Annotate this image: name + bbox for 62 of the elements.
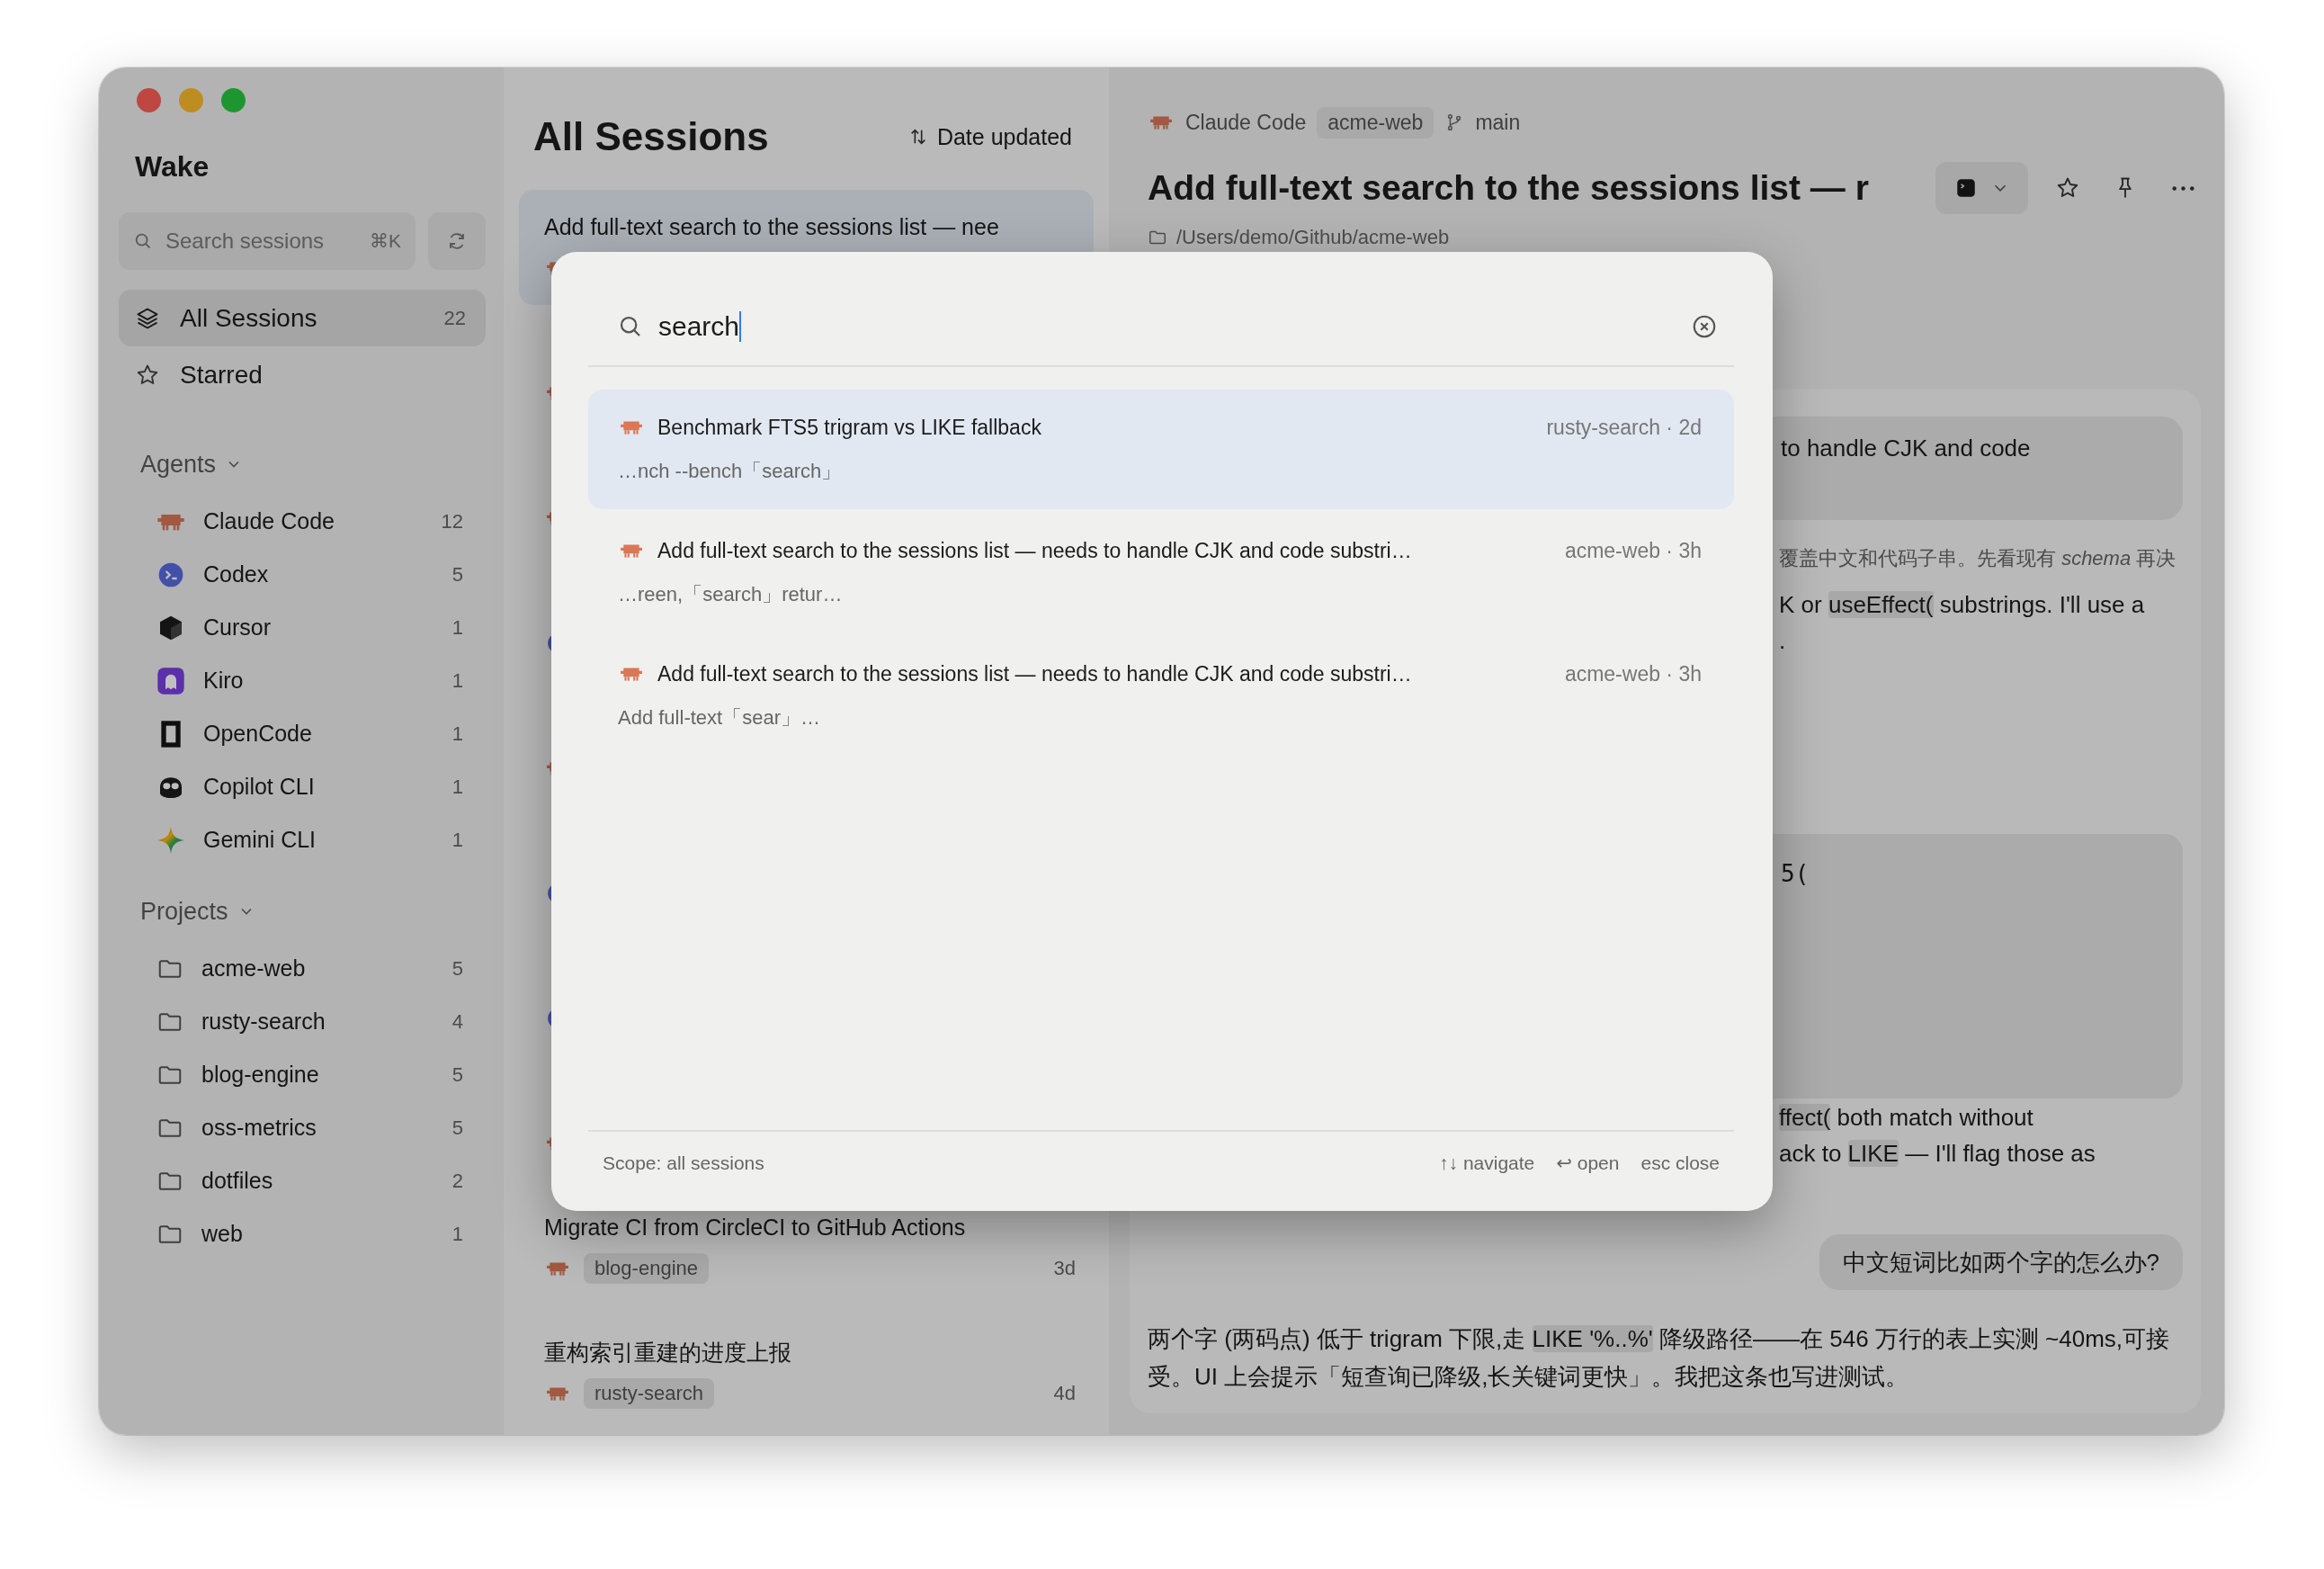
nav-item[interactable]: All Sessions 22 <box>119 290 486 346</box>
agent-item[interactable]: Gemini CLI 1 <box>119 813 486 866</box>
result-meta: acme-web · 3h <box>1564 538 1702 563</box>
agent-item[interactable]: OpenCode 1 <box>119 707 486 760</box>
agent-item[interactable]: Codex 5 <box>119 548 486 601</box>
project-item[interactable]: web 1 <box>119 1207 486 1260</box>
result-meta: rusty-search · 2d <box>1546 415 1702 440</box>
search-result[interactable]: Add full-text search to the sessions list — needs to handle CJK and code substri… acme-web · 3h …reen,「search」retur… <box>588 513 1734 632</box>
session-time: 4d <box>1053 1382 1076 1405</box>
scope-label: Scope: all sessions <box>603 1152 764 1174</box>
keyboard-hint: ↑↓ navigate <box>1439 1152 1535 1174</box>
result-title: Benchmark FTS5 trigram vs LIKE fallback <box>657 415 1042 440</box>
session-title: 重构索引重建的进度上报 <box>544 1340 791 1365</box>
session-title: Add full-text search to the sessions list — nee <box>544 214 999 239</box>
result-snippet: …reen,「search」retur… <box>618 582 844 607</box>
result-title: Add full-text search to the sessions list — needs to handle CJK and code substri… <box>657 538 1413 563</box>
result-meta: acme-web · 3h <box>1564 661 1702 686</box>
session-title: Migrate CI from CircleCI to GitHub Actions <box>544 1215 966 1240</box>
result-snippet: …nch --bench「search」 <box>618 459 843 484</box>
project-item[interactable]: acme-web 5 <box>119 942 486 995</box>
app-name: Wake <box>134 149 210 184</box>
message-text: . <box>1779 626 1787 656</box>
list-title: All Sessions <box>533 114 769 159</box>
project-tag: acme-web <box>1317 106 1435 139</box>
section-header[interactable]: Agents <box>119 448 486 480</box>
branch-label: main <box>1475 110 1521 135</box>
code-text: 5( <box>1781 859 1810 889</box>
message-text: K or useEffect( substrings. I'll use a <box>1779 590 2146 620</box>
message-text: ffect( both match without <box>1779 1103 2034 1133</box>
message-text: ack to LIKE — I'll flag those as <box>1779 1139 2096 1169</box>
project-tag: rusty-search <box>584 1378 715 1409</box>
agent-item[interactable]: Kiro 1 <box>119 654 486 707</box>
project-path: /Users/demo/Github/acme-web <box>1176 226 1450 249</box>
project-item[interactable]: rusty-search 4 <box>119 995 486 1048</box>
project-item[interactable]: blog-engine 5 <box>119 1048 486 1101</box>
keyboard-hint: ↩ open <box>1556 1152 1620 1174</box>
project-tag: blog-engine <box>584 1253 709 1284</box>
nav-item[interactable]: Starred <box>119 346 486 403</box>
project-item[interactable]: dotfiles 2 <box>119 1154 486 1207</box>
project-item[interactable]: oss-metrics 5 <box>119 1101 486 1154</box>
session-heading: Add full-text search to the sessions list — r <box>1148 168 1870 208</box>
section-header[interactable]: Projects <box>119 895 486 928</box>
message-text: 两个字 (两码点) 低于 trigram 下限,走 LIKE '%..%' 降级路径——在 546 万行的表上实测 ~40ms,可接受。UI 上会提示「短查询已降级,长关键词更快」。我把这条也写进测试。 <box>1148 1324 2171 1392</box>
search-result[interactable]: Add full-text search to the sessions list — needs to handle CJK and code substri… acme-web · 3h Add full-text「sear」… <box>588 636 1734 756</box>
session-item[interactable]: 重构索引重建的进度上报 rusty-search 4d <box>519 1315 1094 1430</box>
result-snippet: Add full-text「sear」… <box>618 705 821 731</box>
agent-label: Claude Code <box>1185 110 1307 135</box>
message-text: to handle CJK and code <box>1781 435 2031 462</box>
agent-item[interactable]: Copilot CLI 1 <box>119 760 486 813</box>
session-time: 3d <box>1053 1257 1076 1280</box>
search-result[interactable]: Benchmark FTS5 trigram vs LIKE fallback rusty-search · 2d …nch --bench「search」 <box>588 390 1734 509</box>
agent-item[interactable]: Claude Code 12 <box>119 495 486 548</box>
search-input[interactable]: Search sessions <box>164 228 359 255</box>
message-text: 中文短词比如两个字的怎么办? <box>1842 1249 2159 1276</box>
session-item[interactable]: Migrate CI from CircleCI to GitHub Actions blog-engine 3d <box>519 1190 1094 1305</box>
keyboard-hint: esc close <box>1640 1152 1720 1174</box>
sort-button[interactable]: Date updated <box>907 123 1072 150</box>
search-field[interactable]: search <box>588 288 1734 367</box>
shortcut-label: ⌘K <box>370 230 401 252</box>
result-title: Add full-text search to the sessions list — needs to handle CJK and code substri… <box>657 661 1413 686</box>
agent-item[interactable]: Cursor 1 <box>119 601 486 654</box>
message-text: 覆盖中文和代码子串。先看现有 schema 再决 <box>1779 546 2177 571</box>
